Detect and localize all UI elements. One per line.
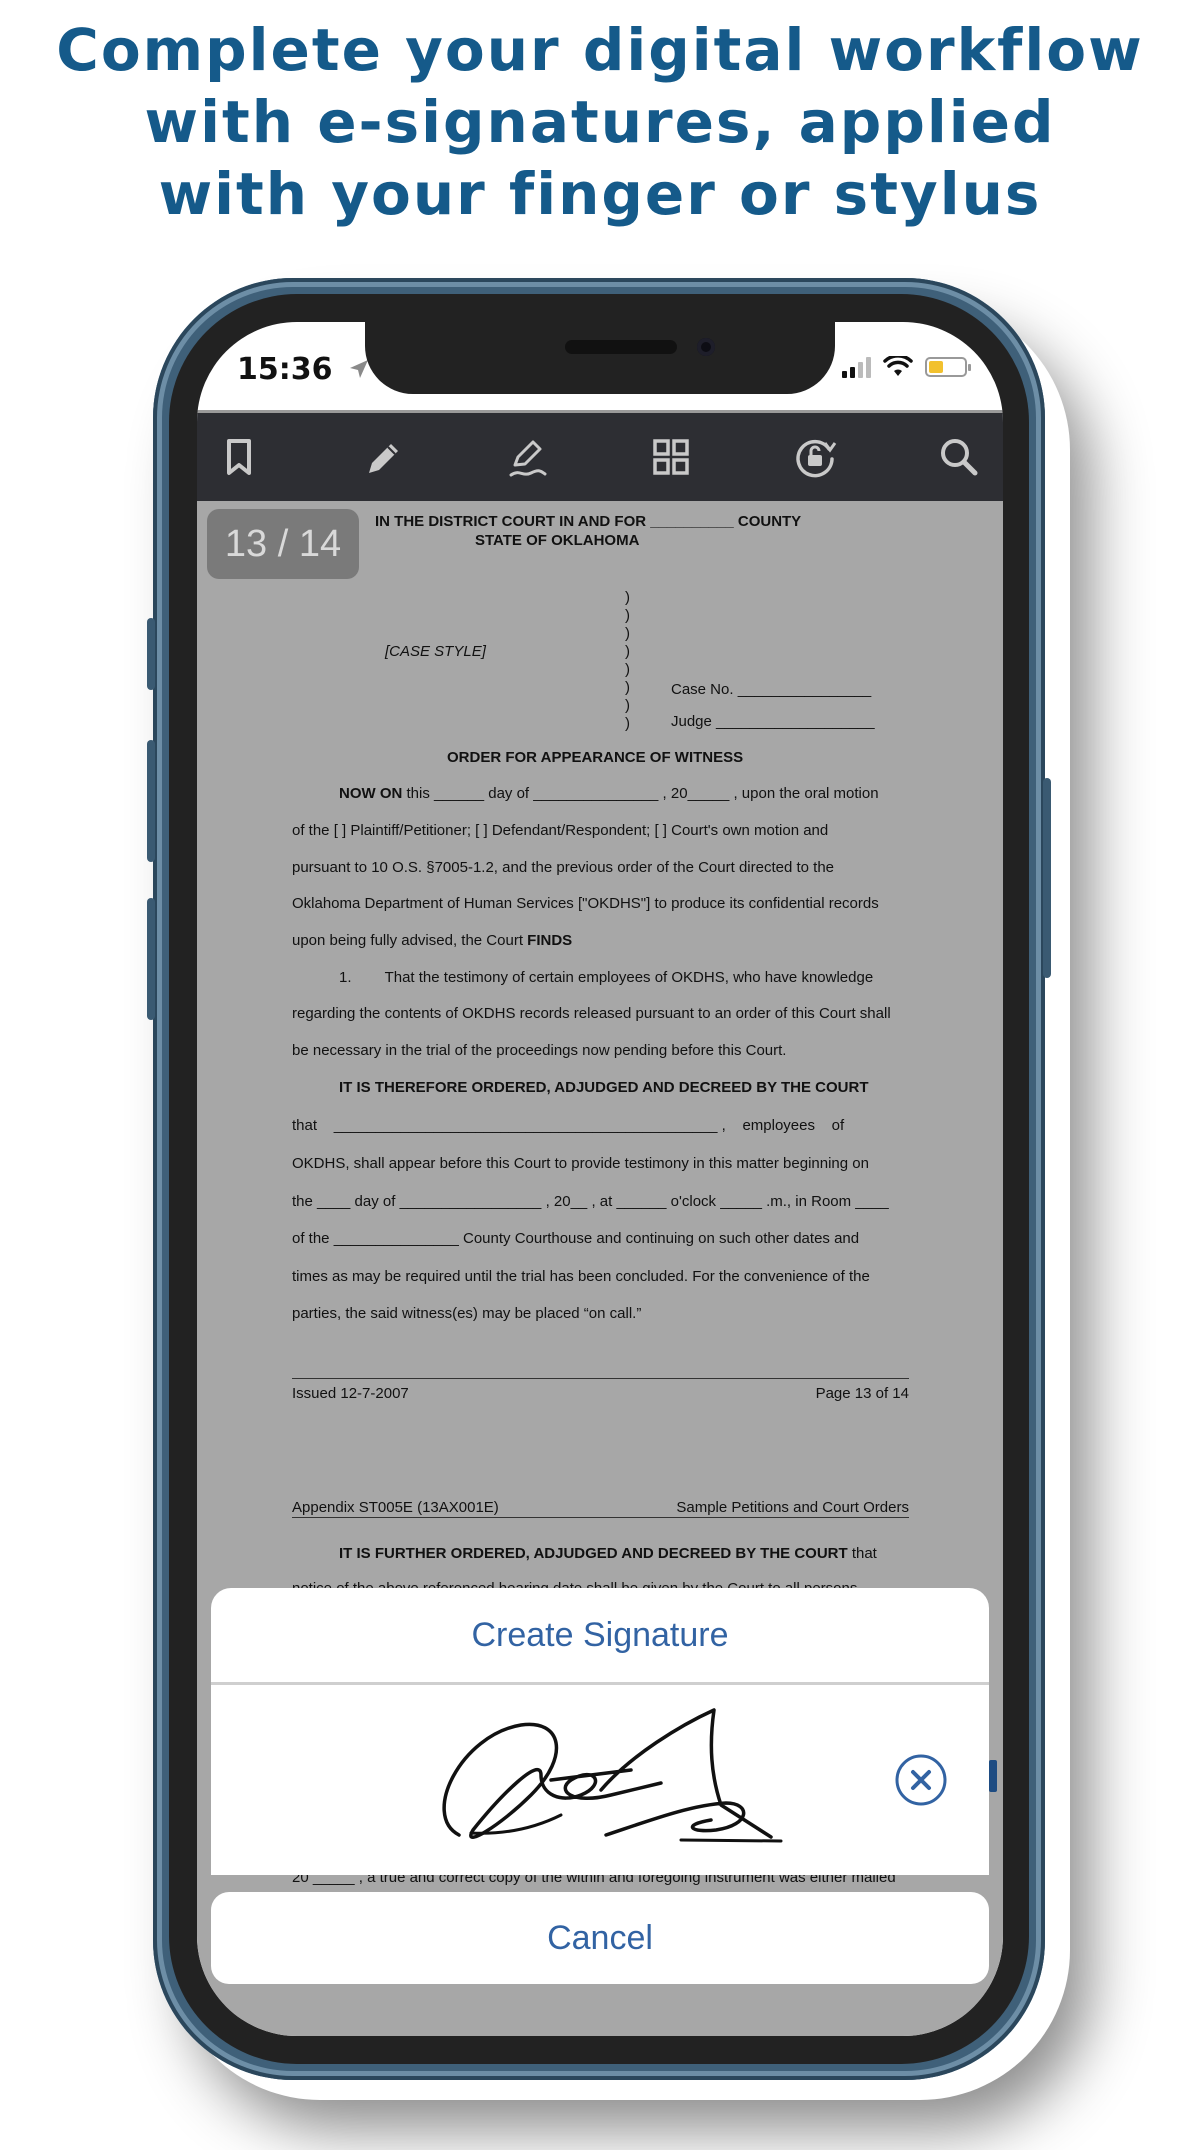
para3-line5: times as may be required until the trial… [292, 1268, 870, 1285]
grid-icon[interactable] [645, 431, 697, 483]
para3-line2: OKDHS, shall appear before this Court to… [292, 1155, 869, 1172]
volume-up-button [147, 740, 155, 862]
court-header: IN THE DISTRICT COURT IN AND FOR _______… [375, 513, 802, 530]
cancel-button[interactable]: Cancel [211, 1892, 989, 1984]
footer-page: Page 13 of 14 [815, 1385, 909, 1402]
pencil-icon[interactable] [357, 431, 409, 483]
appendix-label: Appendix ST005E (13AX001E) [292, 1499, 499, 1516]
para2-line3: be necessary in the trial of the proceed… [292, 1042, 787, 1059]
para2-line1: 1. That the testimony of certain employe… [339, 969, 874, 986]
viewer-toolbar [197, 410, 1003, 501]
create-signature-title: Create Signature [211, 1588, 989, 1682]
bookmark-icon[interactable] [213, 431, 265, 483]
battery-icon [925, 357, 971, 377]
power-button [1043, 778, 1051, 978]
para2-line2: regarding the contents of OKDHS records … [292, 1005, 891, 1022]
status-indicators [842, 356, 971, 378]
search-icon[interactable] [933, 431, 985, 483]
headline-line-2: with e-signatures, applied [144, 88, 1056, 156]
court-subheader: STATE OF OKLAHOMA [475, 532, 640, 549]
footer-issued: Issued 12-7-2007 [292, 1385, 409, 1402]
case-style: [CASE STYLE] [385, 643, 486, 660]
further-ordered: IT IS FURTHER ORDERED, ADJUDGED AND DECR… [339, 1545, 877, 1562]
case-number: Case No. ________________ [671, 681, 872, 698]
judge-line: Judge ___________________ [671, 713, 875, 730]
ordered-heading: IT IS THEREFORE ORDERED, ADJUDGED AND DE… [339, 1079, 869, 1096]
side-handle [989, 1760, 997, 1792]
para3-line1: that ___________________________________… [292, 1117, 845, 1134]
volume-down-button [147, 898, 155, 1020]
notch [365, 322, 835, 394]
front-camera [697, 338, 715, 356]
status-time: 15:36 [237, 352, 371, 387]
bracket-column: ) ) ) ) ) ) ) ) [625, 589, 630, 732]
para1-line2: of the [ ] Plaintiff/Petitioner; [ ] Def… [292, 822, 829, 839]
cellular-signal-icon [842, 356, 871, 378]
footer-rule [292, 1378, 909, 1379]
para1-line5: upon being fully advised, the Court FIND… [292, 932, 573, 949]
wifi-icon [883, 356, 913, 376]
signature-pad[interactable] [211, 1685, 989, 1875]
rotate-lock-icon[interactable] [789, 431, 841, 483]
phone-screen: 15:36 IN THE DISTRICT COURT IN AND FOR _… [197, 322, 1003, 2036]
close-circle-icon[interactable] [893, 1752, 949, 1808]
order-title: ORDER FOR APPEARANCE OF WITNESS [447, 749, 744, 766]
speaker-grille [565, 340, 677, 354]
signature-drawing [442, 1708, 783, 1843]
para3-line4: of the _______________ County Courthouse… [292, 1230, 860, 1247]
signature-pen-icon[interactable] [501, 431, 553, 483]
page-indicator: 13 / 14 [207, 509, 359, 579]
para1-line1: NOW ON this ______ day of ______________… [339, 785, 879, 802]
para3-line6: parties, the said witness(es) may be pla… [292, 1305, 642, 1322]
para1-line4: Oklahoma Department of Human Services ["… [292, 895, 879, 912]
mute-switch [147, 618, 155, 690]
headline-line-3: with your finger or stylus [158, 160, 1042, 228]
para1-line3: pursuant to 10 O.S. §7005-1.2, and the p… [292, 859, 835, 876]
appendix-rule [292, 1517, 909, 1518]
para3-line3: the ____ day of _________________ , 20__… [292, 1193, 889, 1210]
headline: Complete your digital workflow with e-si… [0, 14, 1200, 230]
headline-line-1: Complete your digital workflow [56, 16, 1144, 84]
appendix-title: Sample Petitions and Court Orders [676, 1499, 909, 1516]
